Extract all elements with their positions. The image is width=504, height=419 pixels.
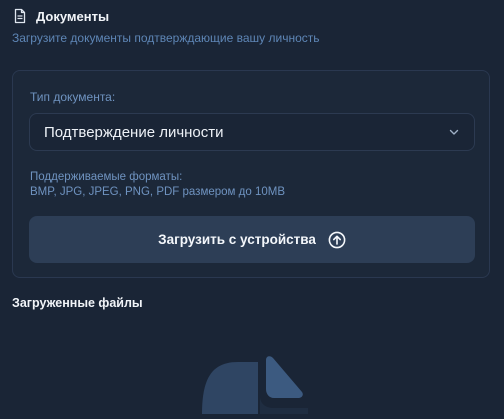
- upload-from-device-button[interactable]: Загрузить с устройства: [29, 216, 475, 263]
- document-type-label: Тип документа:: [30, 90, 116, 104]
- page-subtitle: Загрузите документы подтверждающие вашу …: [12, 31, 320, 45]
- document-type-value: Подтверждение личности: [44, 123, 224, 141]
- supported-formats-list: BMP, JPG, JPEG, PNG, PDF размером до 10M…: [30, 186, 285, 198]
- supported-formats-title: Поддерживаемые форматы:: [30, 171, 183, 183]
- upload-circle-icon: [328, 231, 346, 249]
- document-icon: [12, 8, 28, 24]
- upload-card: Тип документа: Подтверждение личности По…: [12, 70, 490, 278]
- supported-formats: Поддерживаемые форматы: BMP, JPG, JPEG, …: [30, 170, 285, 200]
- empty-files-illustration: [198, 356, 308, 414]
- upload-button-label: Загрузить с устройства: [158, 232, 316, 247]
- chevron-down-icon: [448, 126, 460, 138]
- document-type-select[interactable]: Подтверждение личности: [29, 113, 475, 151]
- page-header: Документы: [12, 8, 109, 24]
- uploaded-files-title: Загруженные файлы: [12, 296, 143, 310]
- page-title: Документы: [36, 8, 110, 24]
